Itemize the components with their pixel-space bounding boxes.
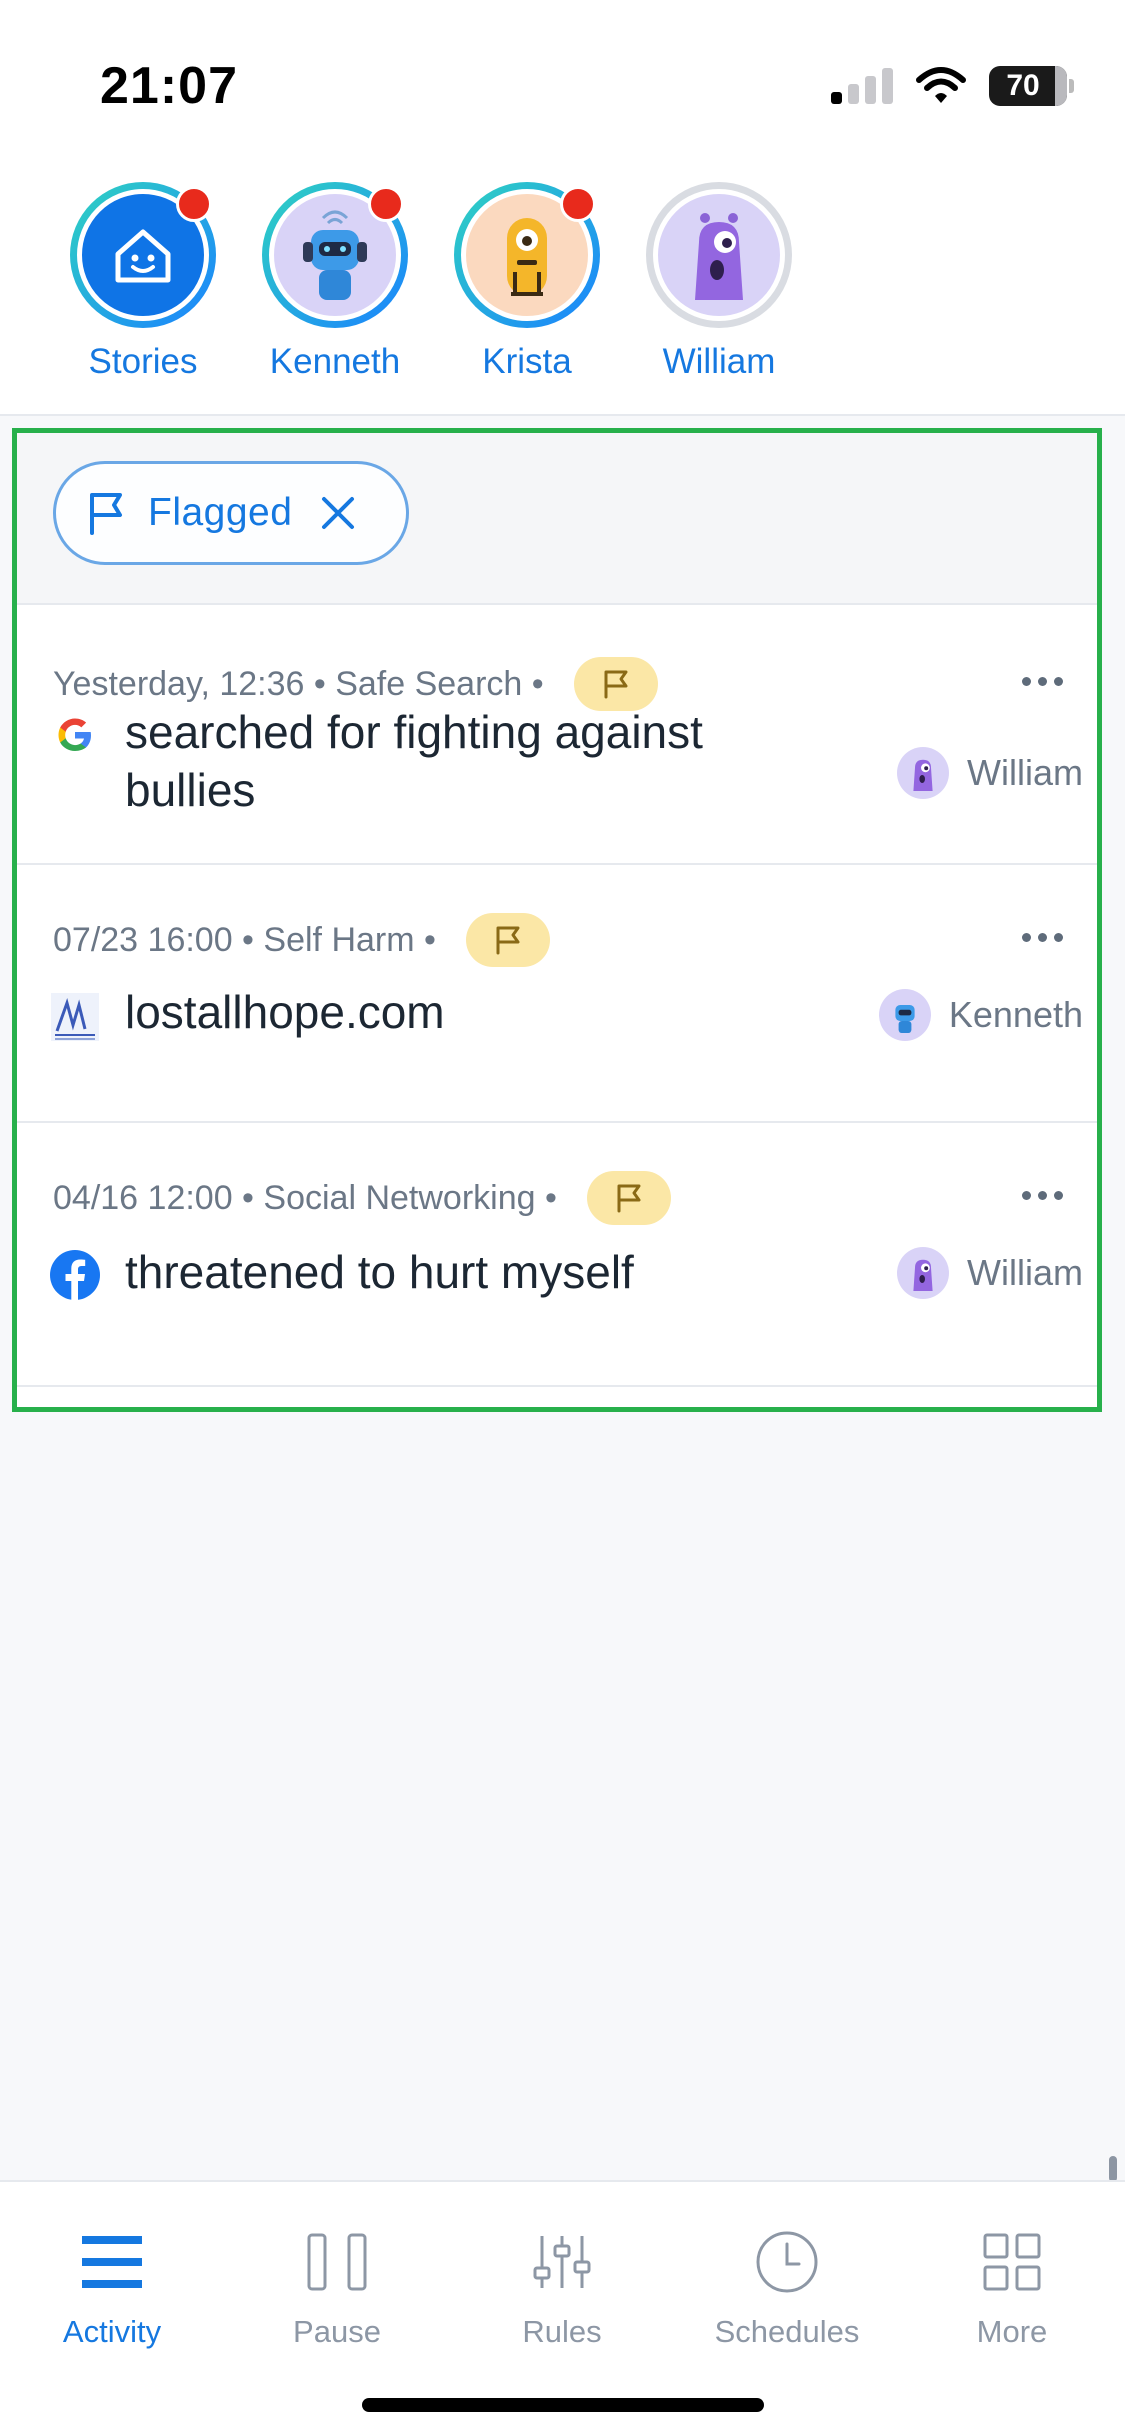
flag-badge bbox=[586, 1171, 671, 1225]
activity-item[interactable]: Yesterday, 12:36 • Safe Search • searche… bbox=[17, 607, 1097, 865]
activity-meta-text: 07/23 16:00 • Self Harm • bbox=[53, 920, 436, 959]
site-logo-icon bbox=[47, 989, 103, 1045]
profile-name: Stories bbox=[88, 342, 198, 381]
tab-rules[interactable]: Rules bbox=[462, 2222, 662, 2350]
activity-owner: William bbox=[897, 1247, 1083, 1299]
flagged-activity-feed: Flagged Yesterday, 12:36 • Safe Search • bbox=[12, 428, 1102, 1412]
activity-owner-name: Kenneth bbox=[948, 994, 1083, 1035]
close-icon[interactable] bbox=[320, 495, 356, 531]
profile-william[interactable]: William bbox=[644, 182, 794, 382]
home-smile-icon bbox=[115, 229, 171, 283]
sliders-icon bbox=[533, 2236, 591, 2288]
activity-owner: Kenneth bbox=[878, 989, 1083, 1041]
flag-badge bbox=[465, 913, 550, 967]
status-time: 21:07 bbox=[100, 57, 238, 115]
activity-meta-text: 04/16 12:00 • Social Networking • bbox=[53, 1178, 557, 1217]
activity-title: searched for fighting against bullies bbox=[125, 706, 703, 816]
flag-icon bbox=[496, 926, 520, 955]
purple-monster-avatar-icon bbox=[695, 213, 743, 300]
activity-title: lostallhope.com bbox=[125, 986, 445, 1038]
filter-bar: Flagged bbox=[17, 433, 1097, 605]
activity-meta: 04/16 12:00 • Social Networking • bbox=[53, 1171, 671, 1225]
tab-schedules[interactable]: Schedules bbox=[687, 2222, 887, 2350]
tab-label: Rules bbox=[522, 2314, 602, 2349]
flag-icon bbox=[90, 493, 122, 535]
battery-level: 70 bbox=[1006, 69, 1040, 102]
more-options-button[interactable] bbox=[1022, 677, 1063, 686]
activity-item[interactable]: 07/23 16:00 • Self Harm • lostallhope.co… bbox=[17, 867, 1097, 1123]
more-options-button[interactable] bbox=[1022, 933, 1063, 942]
status-icons: 70 bbox=[831, 66, 1074, 106]
tab-label: Pause bbox=[293, 2314, 381, 2349]
kenneth-avatar bbox=[262, 182, 408, 328]
activity-owner-name: William bbox=[967, 1252, 1083, 1293]
activity-item[interactable]: 04/16 12:00 • Social Networking • threat… bbox=[17, 1125, 1097, 1387]
monster-avatar-icon bbox=[507, 218, 547, 296]
william-mini-avatar bbox=[897, 747, 950, 799]
tab-label: More bbox=[976, 2314, 1048, 2349]
filter-chip-label: Flagged bbox=[148, 491, 293, 534]
activity-meta-text: Yesterday, 12:36 • Safe Search • bbox=[53, 664, 544, 703]
activity-owner: William bbox=[897, 747, 1083, 799]
profile-name: Krista bbox=[482, 342, 572, 381]
clock-icon bbox=[756, 2231, 818, 2293]
tab-label: Activity bbox=[62, 2314, 162, 2349]
tab-activity[interactable]: Activity bbox=[12, 2222, 212, 2350]
screen: 21:07 70 Stories Kenneth Krista William … bbox=[0, 0, 1125, 2436]
cellular-signal-icon bbox=[831, 68, 893, 104]
activity-list-icon bbox=[82, 2236, 142, 2288]
profile-kenneth[interactable]: Kenneth bbox=[260, 182, 410, 382]
status-bar: 21:07 70 bbox=[0, 0, 1125, 170]
scroll-indicator[interactable] bbox=[1109, 2156, 1117, 2182]
pause-icon bbox=[307, 2233, 367, 2291]
krista-avatar bbox=[454, 182, 600, 328]
home-indicator[interactable] bbox=[362, 2398, 764, 2412]
activity-meta: 07/23 16:00 • Self Harm • bbox=[53, 913, 550, 967]
profile-krista[interactable]: Krista bbox=[452, 182, 602, 382]
william-avatar bbox=[646, 182, 792, 328]
profile-stories[interactable]: Stories bbox=[68, 182, 218, 382]
notification-dot bbox=[176, 186, 212, 222]
stories-avatar bbox=[70, 182, 216, 328]
notification-dot bbox=[560, 186, 596, 222]
tab-more[interactable]: More bbox=[912, 2222, 1112, 2350]
activity-title: threatened to hurt myself bbox=[125, 1246, 634, 1298]
profile-name: William bbox=[662, 342, 776, 381]
kenneth-mini-avatar bbox=[878, 989, 931, 1041]
william-mini-avatar bbox=[897, 1247, 950, 1299]
google-icon bbox=[47, 707, 103, 763]
activity-owner-name: William bbox=[967, 752, 1083, 793]
robot-avatar-icon bbox=[303, 210, 367, 300]
tab-label: Schedules bbox=[714, 2314, 860, 2349]
flagged-filter-chip[interactable]: Flagged bbox=[53, 461, 409, 565]
more-options-button[interactable] bbox=[1022, 1191, 1063, 1200]
wifi-icon bbox=[916, 67, 966, 103]
flag-icon bbox=[604, 670, 628, 699]
notification-dot bbox=[368, 186, 404, 222]
flag-icon bbox=[617, 1184, 641, 1213]
battery-icon: 70 bbox=[989, 66, 1074, 106]
profile-name: Kenneth bbox=[269, 342, 401, 381]
tab-pause[interactable]: Pause bbox=[237, 2222, 437, 2350]
profile-selector: Stories Kenneth Krista William bbox=[0, 170, 1125, 416]
facebook-icon bbox=[47, 1247, 103, 1303]
grid-icon bbox=[983, 2233, 1041, 2291]
